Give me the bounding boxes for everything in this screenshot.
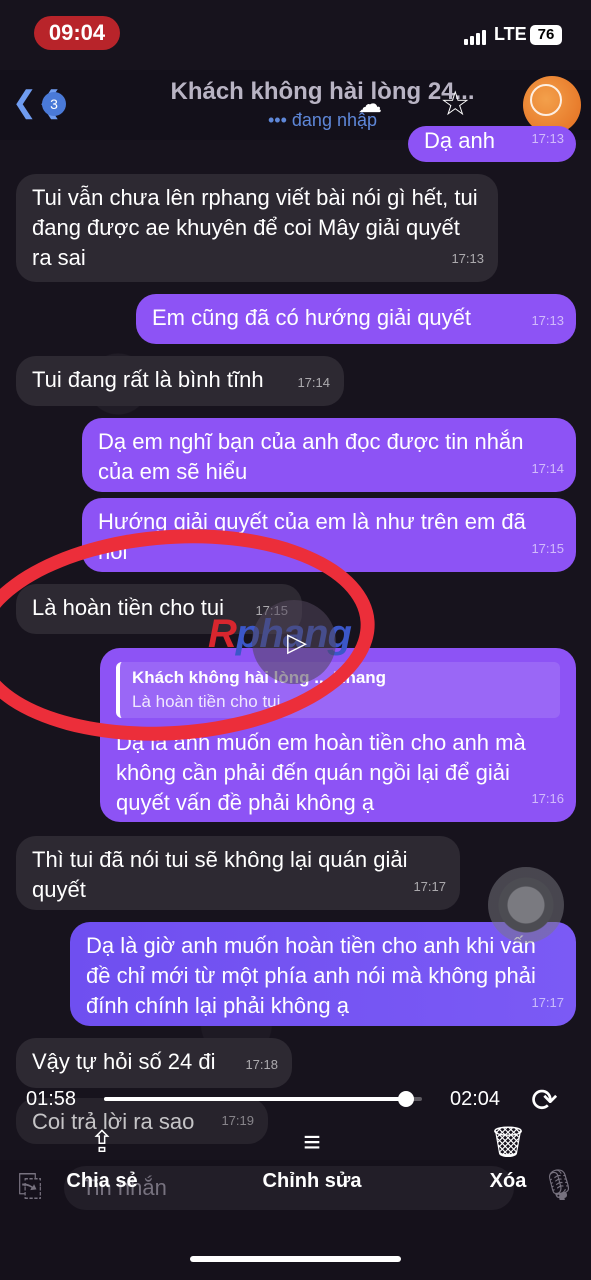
edit-label: Chỉnh sửa bbox=[262, 1170, 362, 1192]
repeat-icon[interactable]: ⟳ bbox=[531, 1081, 558, 1119]
message-bubble-outgoing[interactable]: Em cũng đã có hướng giải quyết 17:13 bbox=[136, 294, 576, 344]
avatar-ring-icon bbox=[530, 84, 562, 116]
player-elapsed-time: 01:58 bbox=[26, 1088, 77, 1110]
status-time[interactable]: 09:04 bbox=[34, 16, 120, 50]
message-bubble-outgoing[interactable]: Dạ anh 17:13 bbox=[408, 126, 576, 162]
battery-icon: 76 bbox=[530, 25, 562, 45]
message-bubble-incoming[interactable]: Thì tui đã nói tui sẽ không lại quán giả… bbox=[16, 836, 460, 910]
message-time: 17:18 bbox=[245, 1057, 278, 1072]
edit-button[interactable]: ≡ Chỉnh sửa bbox=[250, 1126, 374, 1193]
star-icon[interactable]: ☆ bbox=[440, 84, 470, 124]
message-time: 17:14 bbox=[531, 461, 564, 476]
network-label: LTE bbox=[494, 24, 527, 44]
paperclip-icon[interactable]: ⎘ bbox=[18, 1170, 42, 1204]
message-time: 17:14 bbox=[297, 375, 330, 390]
unread-badge: 3 bbox=[42, 92, 66, 116]
message-text: Dạ là anh muốn em hoàn tiền cho anh mà k… bbox=[116, 730, 526, 815]
message-text: Dạ là giờ anh muốn hoàn tiền cho anh khi… bbox=[86, 933, 536, 1018]
player-total-time: 02:04 bbox=[450, 1088, 501, 1110]
message-time: 17:13 bbox=[531, 313, 564, 328]
play-icon[interactable]: ▷ bbox=[287, 627, 307, 658]
upload-cloud-icon[interactable]: ☁ bbox=[358, 90, 382, 119]
sliders-icon: ≡ bbox=[303, 1126, 321, 1159]
message-bubble-outgoing[interactable]: Dạ em nghĩ bạn của anh đọc được tin nhắn… bbox=[82, 418, 576, 492]
message-bubble-incoming[interactable]: Tui đang rất là bình tĩnh 17:14 bbox=[16, 356, 344, 406]
message-time: 17:13 bbox=[451, 251, 484, 266]
assistive-touch-button[interactable] bbox=[488, 867, 564, 943]
message-bubble-incoming[interactable]: Tui vẫn chưa lên rphang viết bài nói gì … bbox=[16, 174, 498, 282]
message-bubble-outgoing[interactable]: Dạ là giờ anh muốn hoàn tiền cho anh khi… bbox=[70, 922, 576, 1026]
message-time: 17:16 bbox=[531, 791, 564, 806]
message-text: Tui vẫn chưa lên rphang viết bài nói gì … bbox=[32, 185, 478, 270]
player-progress-knob[interactable] bbox=[398, 1091, 415, 1107]
signal-icon bbox=[464, 27, 488, 45]
home-indicator[interactable] bbox=[190, 1256, 401, 1262]
message-time: 17:17 bbox=[413, 879, 446, 894]
share-button[interactable]: ⇪ Chia sẻ bbox=[52, 1126, 152, 1193]
status-bar: 09:04 LTE 76 bbox=[0, 0, 591, 70]
share-icon: ⇪ bbox=[89, 1126, 115, 1159]
message-time: 17:17 bbox=[531, 995, 564, 1010]
trash-icon: 🗑︎ bbox=[488, 1126, 528, 1159]
player-progress-fill bbox=[104, 1097, 407, 1101]
message-text: Dạ em nghĩ bạn của anh đọc được tin nhắn… bbox=[98, 429, 524, 484]
message-text: Tui đang rất là bình tĩnh bbox=[32, 367, 264, 392]
message-text: Vậy tự hỏi số 24 đi bbox=[32, 1049, 216, 1074]
player-progress-bar[interactable] bbox=[104, 1091, 422, 1107]
delete-label: Xóa bbox=[489, 1170, 527, 1192]
message-time: 17:15 bbox=[531, 541, 564, 556]
message-text: Em cũng đã có hướng giải quyết bbox=[152, 305, 472, 330]
message-text: Thì tui đã nói tui sẽ không lại quán giả… bbox=[32, 847, 408, 902]
delete-button[interactable]: 🗑︎ Xóa bbox=[470, 1126, 546, 1193]
message-text: Dạ anh bbox=[424, 128, 495, 153]
share-label: Chia sẻ bbox=[66, 1170, 138, 1192]
message-time: 17:13 bbox=[531, 131, 564, 146]
message-bubble-incoming[interactable]: Vậy tự hỏi số 24 đi 17:18 bbox=[16, 1038, 292, 1088]
